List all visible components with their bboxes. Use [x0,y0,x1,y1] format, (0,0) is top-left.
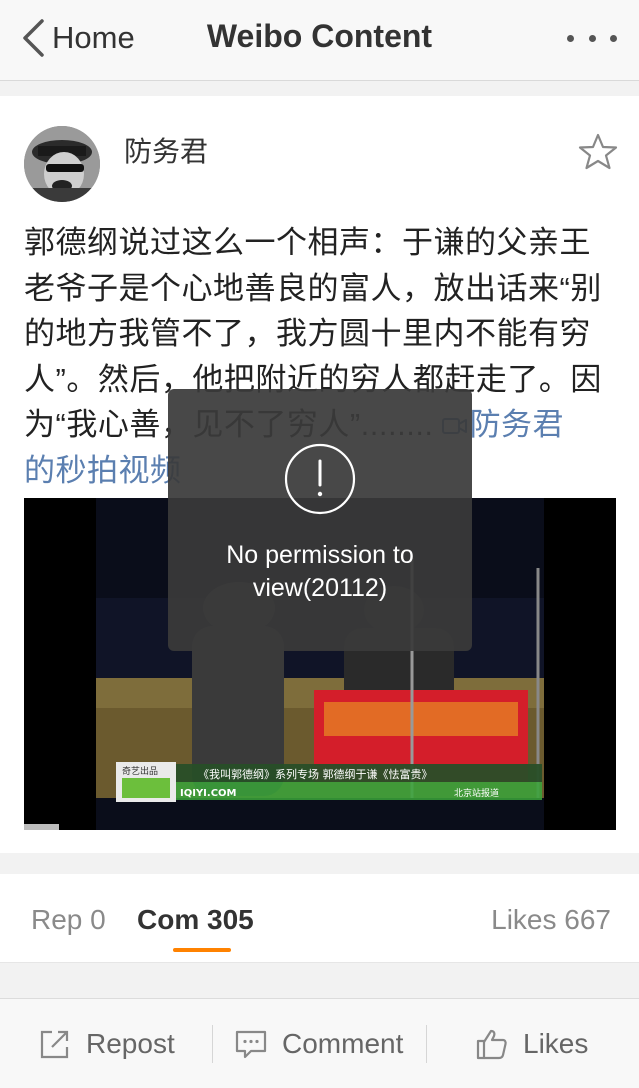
star-icon[interactable] [578,132,618,172]
navigation-bar: Home Weibo Content [0,0,639,81]
page-title: Weibo Content [206,18,433,54]
banner-text: 《我叫郭德纲》系列专场 郭德纲于谦《怯富贵》 [198,767,433,781]
author-name[interactable]: 防务君 [124,130,208,170]
comment-icon [235,1030,267,1058]
banner-right: 北京站报道 [454,787,499,799]
more-dots-icon [567,34,574,42]
more-dot [610,34,617,42]
likes-label: Likes [523,1027,589,1059]
toolbar-divider [426,1025,427,1063]
repost-button[interactable]: Repost [38,999,175,1088]
tab-likes[interactable]: Likes 667 [491,904,611,936]
video-link-author: 防务君 [469,407,565,442]
banner-left: 奇艺出品 [122,765,158,777]
banner-url: IQIYI.COM [180,788,237,799]
alert-icon [284,443,356,515]
tab-comments[interactable]: Com 305 [137,904,254,936]
active-tab-indicator [173,948,231,952]
bottom-toolbar: Repost Comment Likes [0,998,639,1088]
more-dot [588,34,596,42]
repost-label: Repost [86,1027,175,1059]
tab-reposts[interactable]: Rep 0 [31,904,106,936]
toolbar-divider [212,1025,213,1063]
thumbs-up-icon [476,1029,507,1059]
post-text-line: 的地方我管不了，我方圆十里内不能有穷 [24,316,591,351]
more-options-button[interactable] [567,24,617,52]
toast-message: No permission to view(20112) [226,541,414,602]
comment-label: Comment [282,1027,404,1059]
error-toast: No permission to view(20112) [168,389,472,651]
comment-button[interactable]: Comment [234,999,403,1088]
repost-icon [40,1030,69,1058]
post-text-line: 郭德纲说过这么一个相声：于谦的父亲王 [24,225,591,260]
avatar[interactable] [24,126,100,202]
like-button[interactable]: Likes [475,999,588,1088]
post-text-line: 老爷子是个心地善良的富人，放出话来“别 [24,270,602,306]
video-progress-bar[interactable] [24,824,59,830]
avatar-image [24,126,100,202]
interaction-tabs: Rep 0 Com 305 Likes 667 [0,874,639,963]
